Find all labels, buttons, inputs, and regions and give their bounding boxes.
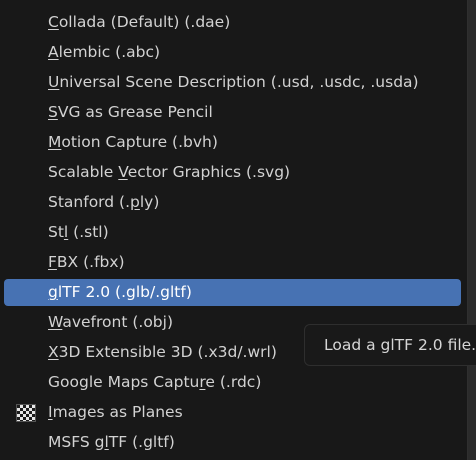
menu-item-motion-capture[interactable]: Motion Capture (.bvh) (4, 129, 461, 156)
menu-item-svg-grease-pencil[interactable]: SVG as Grease Pencil (4, 99, 461, 126)
menu-item-gltf[interactable]: glTF 2.0 (.glb/.gltf) (4, 279, 461, 306)
tooltip-text: Load a glTF 2.0 file. (324, 336, 476, 354)
menu-item-images-as-planes[interactable]: Images as Planes (4, 399, 461, 426)
menu-item-msfs-gltf[interactable]: MSFS glTF (.gltf) (4, 429, 461, 456)
menu-item-stanford-ply[interactable]: Stanford (.ply) (4, 189, 461, 216)
checkerboard-image-icon (16, 404, 36, 422)
tooltip: Load a glTF 2.0 file. (304, 324, 476, 366)
menu-item-svg[interactable]: Scalable Vector Graphics (.svg) (4, 159, 461, 186)
menu-item-usd[interactable]: Universal Scene Description (.usd, .usdc… (4, 69, 461, 96)
menu-item-fbx[interactable]: FBX (.fbx) (4, 249, 461, 276)
menu-item-stl[interactable]: Stl (.stl) (4, 219, 461, 246)
import-menu: Collada (Default) (.dae) Alembic (.abc) … (0, 0, 468, 460)
menu-item-google-maps-capture[interactable]: Google Maps Capture (.rdc) (4, 369, 461, 396)
menu-item-alembic[interactable]: Alembic (.abc) (4, 39, 461, 66)
menu-item-collada[interactable]: Collada (Default) (.dae) (4, 9, 461, 36)
